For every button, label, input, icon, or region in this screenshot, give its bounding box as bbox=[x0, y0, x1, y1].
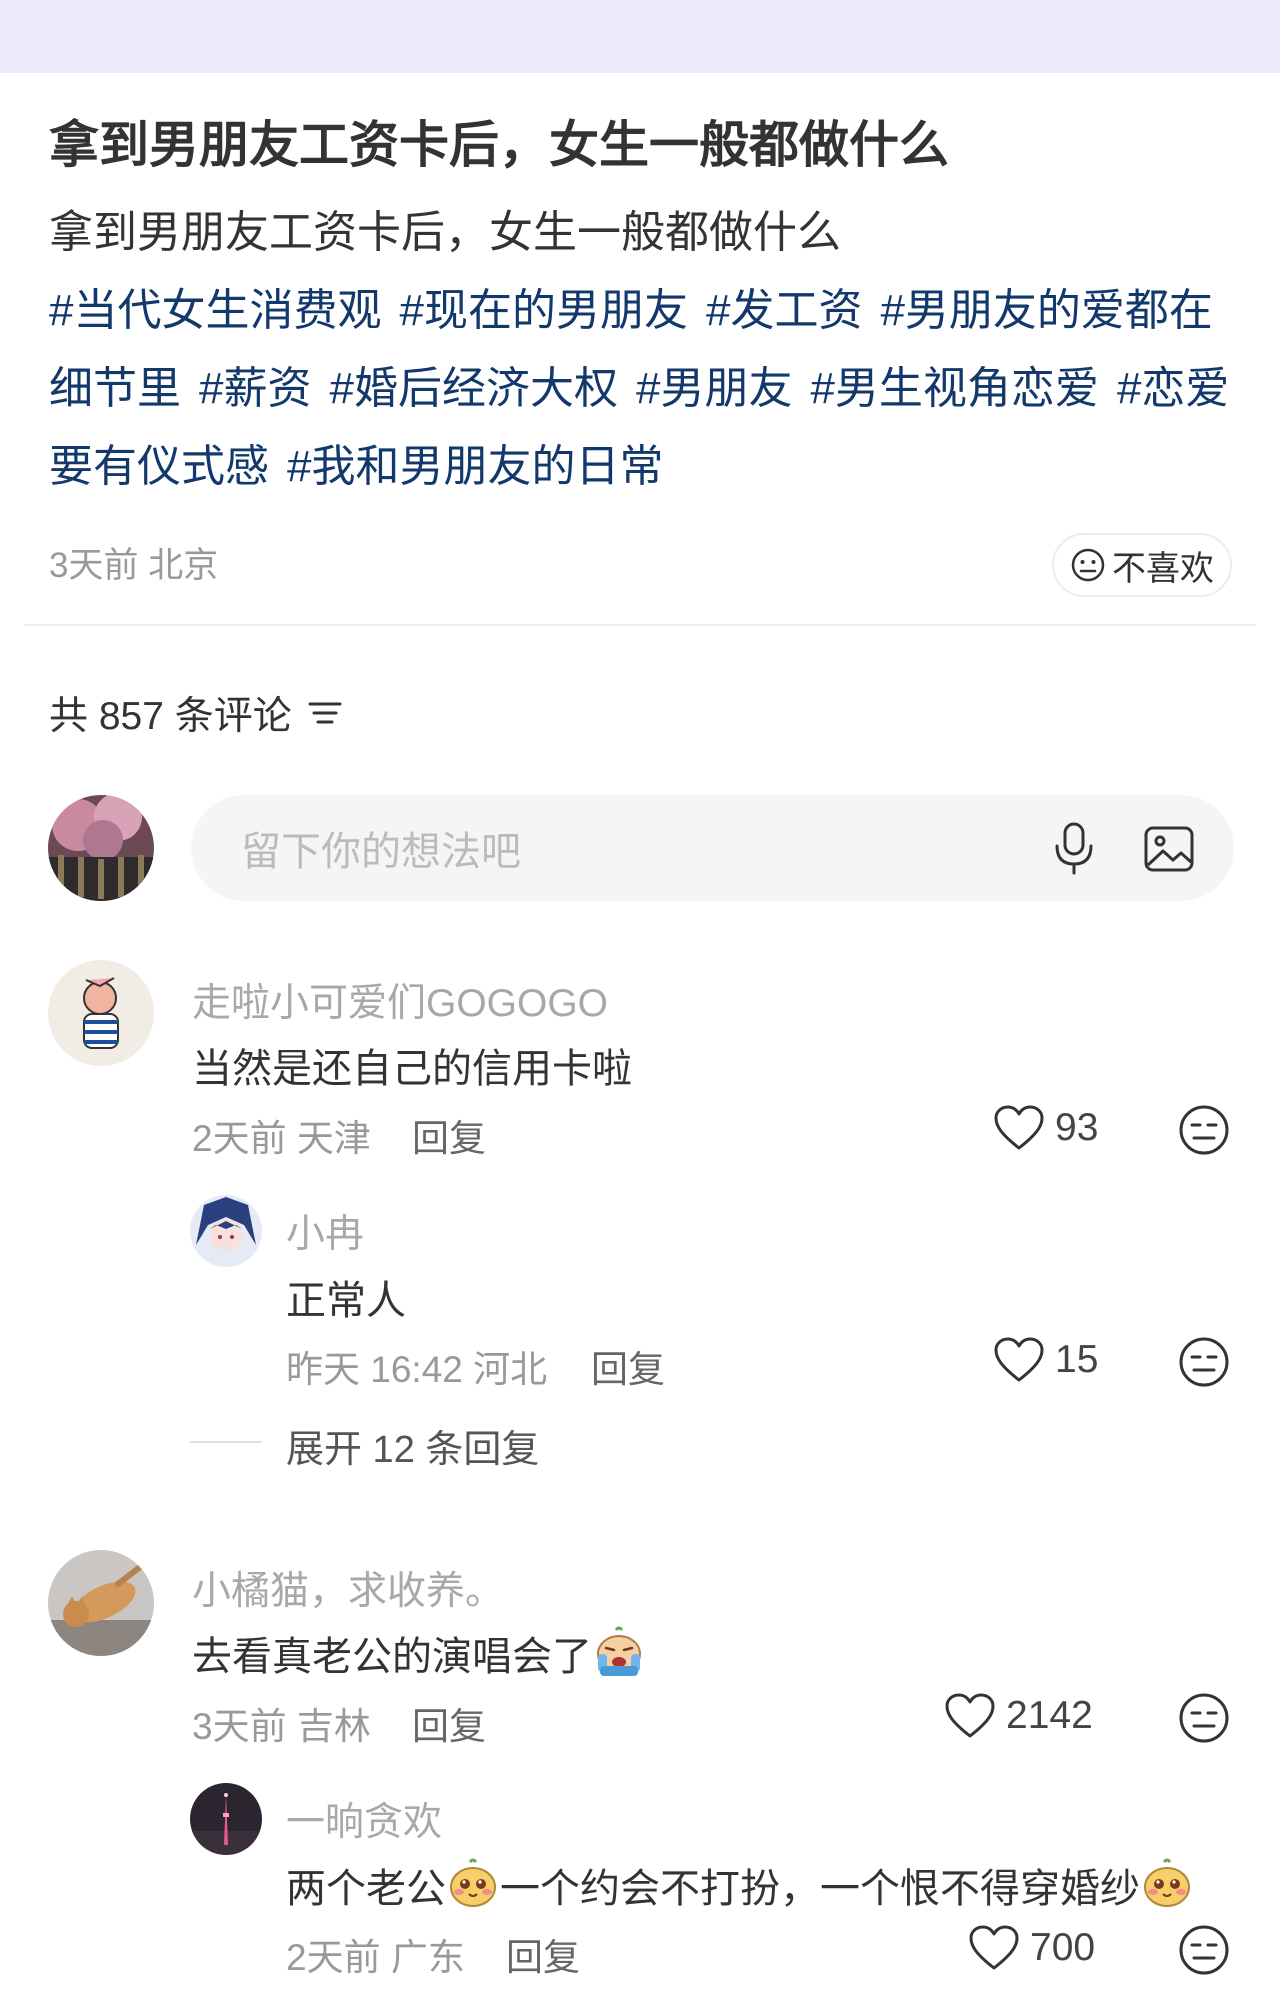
dislike-icon[interactable] bbox=[1178, 1924, 1230, 1976]
reply-button[interactable]: 回复 bbox=[412, 1696, 486, 1750]
blushing-emoji-icon bbox=[450, 1858, 496, 1907]
post-meta: 3天前 北京 bbox=[49, 546, 219, 585]
expand-divider bbox=[190, 1441, 262, 1443]
like-count: 15 bbox=[1055, 1338, 1099, 1381]
comments-header: 共 857 条评论 bbox=[49, 686, 344, 740]
expand-replies-button[interactable]: 展开 12 条回复 bbox=[286, 1418, 539, 1473]
like-count: 700 bbox=[1030, 1926, 1096, 1969]
like-count: 93 bbox=[1055, 1106, 1099, 1149]
status-bar-band bbox=[0, 0, 1280, 73]
comment-text: 当然是还自己的信用卡啦 bbox=[192, 1047, 632, 1091]
like-button[interactable]: 15 bbox=[993, 1336, 1098, 1384]
post-title: 拿到男朋友工资卡后，女生一般都做什么 bbox=[49, 117, 949, 173]
comment-input-placeholder: 留下你的想法吧 bbox=[241, 830, 521, 874]
hashtag[interactable]: #当代女生消费观 bbox=[49, 286, 381, 335]
heart-icon bbox=[994, 1105, 1044, 1150]
reply-text: 两个老公 一个约会不打扮，一个恨不得穿婚纱 bbox=[286, 1856, 1194, 1914]
blushing-emoji-icon bbox=[1144, 1858, 1190, 1907]
post-body: 拿到男朋友工资卡后，女生一般都做什么 bbox=[49, 208, 841, 257]
comment-count: 共 857 条评论 bbox=[49, 695, 292, 738]
sort-icon[interactable] bbox=[306, 694, 344, 732]
like-button[interactable]: 2142 bbox=[944, 1692, 1093, 1740]
comment-username[interactable]: 小橘猫，求收养。 bbox=[192, 1560, 504, 1616]
hashtag[interactable]: #我和男朋友的日常 bbox=[287, 442, 663, 491]
hashtag[interactable]: #薪资 bbox=[199, 364, 311, 413]
reply-text: 正常人 bbox=[286, 1279, 406, 1323]
microphone-icon[interactable] bbox=[1050, 820, 1098, 876]
reply-username[interactable]: 一晌贪欢 bbox=[286, 1791, 442, 1847]
hashtag[interactable]: #男生视角恋爱 bbox=[810, 364, 1098, 413]
heart-icon bbox=[994, 1337, 1044, 1382]
reply-button[interactable]: 回复 bbox=[591, 1339, 665, 1393]
my-avatar[interactable] bbox=[48, 795, 154, 901]
post-content: 拿到男朋友工资卡后，女生一般都做什么 拿到男朋友工资卡后，女生一般都做什么 #当… bbox=[49, 110, 1239, 506]
hashtag[interactable]: #婚后经济大权 bbox=[329, 364, 617, 413]
crying-emoji-icon bbox=[597, 1626, 641, 1676]
dislike-icon[interactable] bbox=[1178, 1692, 1230, 1744]
heart-icon bbox=[969, 1925, 1019, 1970]
reply-text-part: 一个约会不打扮，一个恨不得穿婚纱 bbox=[500, 1867, 1140, 1911]
divider bbox=[24, 624, 1256, 626]
reply-meta: 昨天 16:42 河北 bbox=[286, 1349, 548, 1390]
like-button[interactable]: 700 bbox=[968, 1924, 1095, 1972]
heart-icon bbox=[945, 1693, 995, 1738]
comment-username[interactable]: 走啦小可爱们GOGOGO bbox=[192, 972, 608, 1028]
post-tags: #当代女生消费观 #现在的男朋友 #发工资 #男朋友的爱都在细节里 #薪资 #婚后经济大权… bbox=[49, 272, 1239, 506]
reply-button[interactable]: 回复 bbox=[412, 1108, 486, 1162]
hashtag[interactable]: #现在的男朋友 bbox=[399, 286, 687, 335]
dislike-label: 不喜欢 bbox=[1112, 549, 1214, 588]
like-button[interactable]: 93 bbox=[993, 1104, 1098, 1152]
reply-button[interactable]: 回复 bbox=[506, 1927, 580, 1981]
dislike-button[interactable]: 不喜欢 bbox=[1052, 533, 1232, 597]
comment-text-content: 去看真老公的演唱会了 bbox=[192, 1635, 592, 1679]
meh-face-icon bbox=[1071, 548, 1105, 582]
hashtag[interactable]: #男朋友 bbox=[636, 364, 792, 413]
dislike-icon[interactable] bbox=[1178, 1104, 1230, 1156]
comment-text: 去看真老公的演唱会了 bbox=[192, 1624, 646, 1682]
like-count: 2142 bbox=[1006, 1694, 1093, 1737]
avatar[interactable] bbox=[48, 960, 154, 1066]
hashtag[interactable]: #发工资 bbox=[706, 286, 862, 335]
avatar[interactable] bbox=[190, 1195, 262, 1267]
avatar[interactable] bbox=[190, 1783, 262, 1855]
avatar[interactable] bbox=[48, 1550, 154, 1656]
dislike-icon[interactable] bbox=[1178, 1336, 1230, 1388]
comment-meta: 3天前 吉林 bbox=[192, 1706, 371, 1747]
reply-username[interactable]: 小冉 bbox=[286, 1203, 364, 1259]
reply-meta: 2天前 广东 bbox=[286, 1937, 465, 1978]
comment-meta: 2天前 天津 bbox=[192, 1118, 371, 1159]
image-icon[interactable] bbox=[1143, 825, 1195, 873]
reply-text-part: 两个老公 bbox=[286, 1867, 446, 1911]
